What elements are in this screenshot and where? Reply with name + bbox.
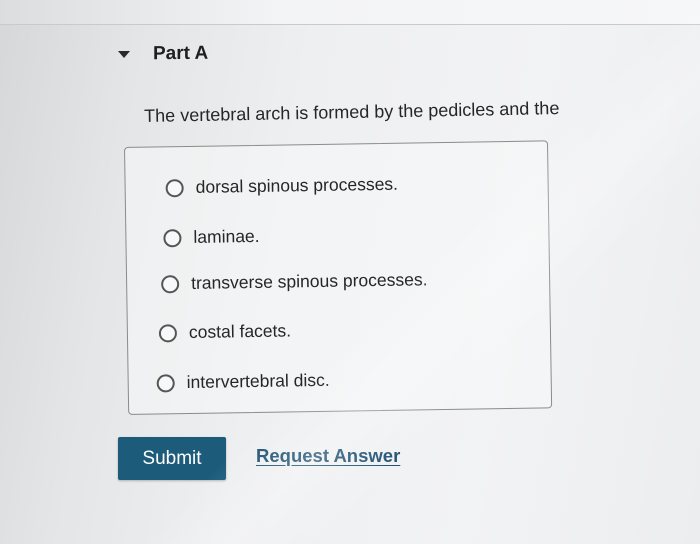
top-bar [0, 0, 700, 25]
option-label: dorsal spinous processes. [195, 173, 399, 197]
chevron-down-icon[interactable] [118, 51, 130, 58]
option-laminae[interactable]: laminae. [163, 225, 260, 249]
option-label: transverse spinous processes. [190, 269, 428, 293]
part-title: Part A [153, 42, 209, 65]
part-header[interactable]: Part A [100, 25, 700, 85]
submit-button[interactable]: Submit [118, 437, 226, 480]
question-text: The vertebral arch is formed by the pedi… [144, 98, 560, 126]
radio-button[interactable] [158, 323, 178, 342]
option-label: intervertebral disc. [186, 369, 330, 393]
option-label: laminae. [193, 225, 260, 247]
option-label: costal facets. [188, 320, 292, 343]
option-costal-facets[interactable]: costal facets. [158, 320, 292, 343]
request-answer-link[interactable]: Request Answer [256, 445, 400, 467]
radio-button[interactable] [156, 373, 175, 393]
option-dorsal-spinous-processes[interactable]: dorsal spinous processes. [165, 174, 398, 199]
option-transverse-spinous-processes[interactable]: transverse spinous processes. [161, 269, 428, 294]
radio-button[interactable] [161, 274, 180, 293]
option-intervertebral-disc[interactable]: intervertebral disc. [156, 369, 330, 394]
radio-button[interactable] [165, 178, 184, 197]
answer-options-box: dorsal spinous processes. laminae. trans… [124, 140, 553, 415]
radio-button[interactable] [163, 228, 182, 247]
